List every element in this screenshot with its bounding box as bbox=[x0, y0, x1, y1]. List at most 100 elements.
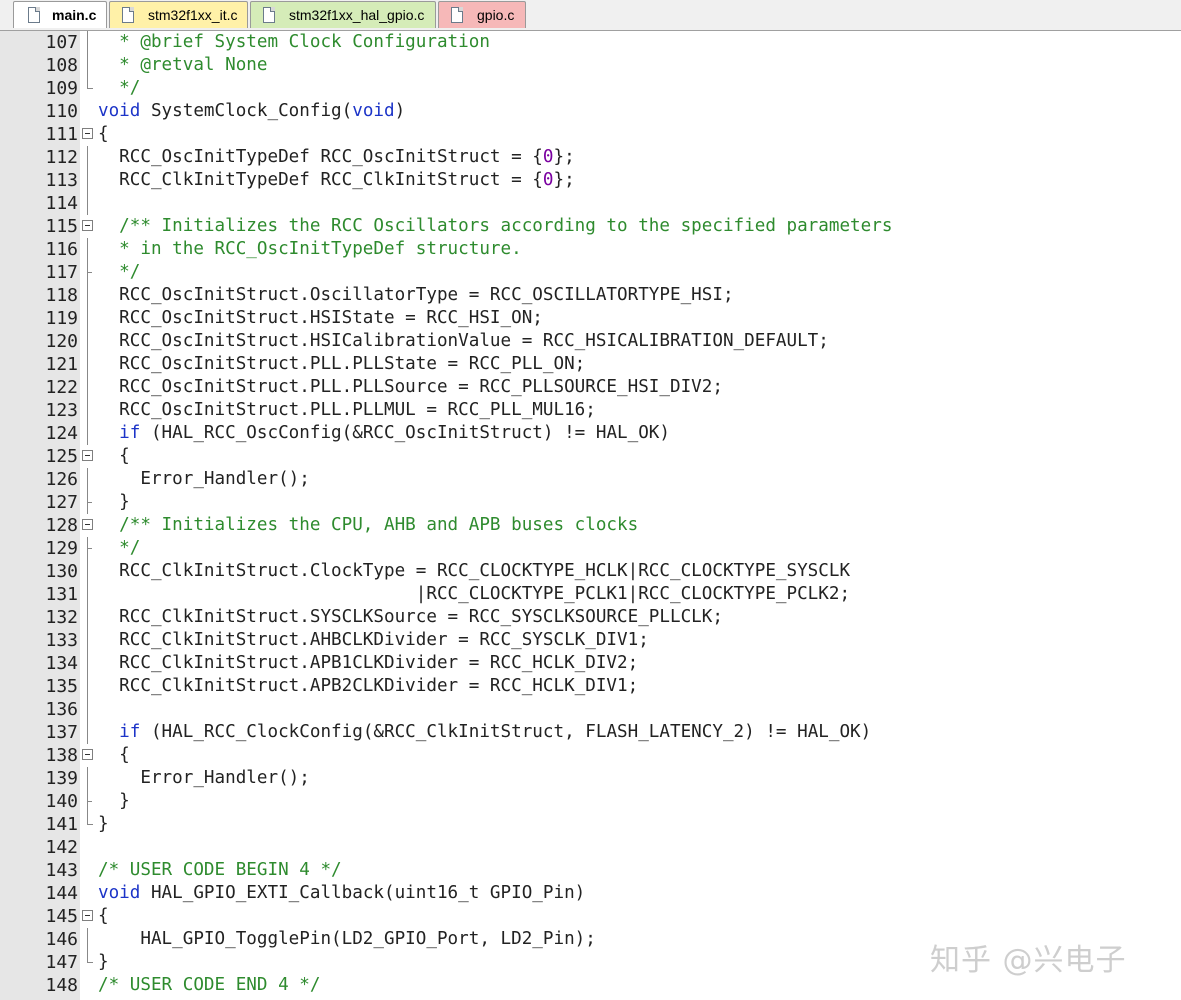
code-text[interactable]: void HAL_GPIO_EXTI_Callback(uint16_t GPI… bbox=[98, 882, 585, 905]
code-line[interactable]: 140 } bbox=[0, 790, 1181, 813]
code-text[interactable]: */ bbox=[98, 261, 140, 284]
code-line[interactable]: 118 RCC_OscInitStruct.OscillatorType = R… bbox=[0, 284, 1181, 307]
code-text[interactable]: */ bbox=[98, 77, 140, 100]
code-line[interactable]: 142 bbox=[0, 836, 1181, 859]
code-line[interactable]: 111 { bbox=[0, 123, 1181, 146]
code-line[interactable]: 109 */ bbox=[0, 77, 1181, 100]
fold-toggle-icon[interactable] bbox=[82, 910, 93, 921]
code-text[interactable]: RCC_OscInitTypeDef RCC_OscInitStruct = {… bbox=[98, 146, 575, 169]
code-text[interactable]: } bbox=[98, 951, 109, 974]
code-text[interactable]: RCC_OscInitStruct.HSIState = RCC_HSI_ON; bbox=[98, 307, 543, 330]
code-token: RCC_OscInitStruct.PLL.PLLState = RCC_PLL… bbox=[98, 354, 586, 374]
tab-label: main.c bbox=[52, 7, 97, 23]
code-text[interactable]: /** Initializes the CPU, AHB and APB bus… bbox=[98, 514, 638, 537]
code-line[interactable]: 129 */ bbox=[0, 537, 1181, 560]
code-text[interactable]: RCC_ClkInitStruct.APB1CLKDivider = RCC_H… bbox=[98, 652, 638, 675]
code-text[interactable]: /** Initializes the RCC Oscillators acco… bbox=[98, 215, 892, 238]
code-line[interactable]: 128 /** Initializes the CPU, AHB and APB… bbox=[0, 514, 1181, 537]
code-text[interactable]: |RCC_CLOCKTYPE_PCLK1|RCC_CLOCKTYPE_PCLK2… bbox=[98, 583, 850, 606]
code-line[interactable]: 135 RCC_ClkInitStruct.APB2CLKDivider = R… bbox=[0, 675, 1181, 698]
code-text[interactable]: } bbox=[98, 491, 130, 514]
code-line[interactable]: 126 Error_Handler(); bbox=[0, 468, 1181, 491]
code-text[interactable]: if (HAL_RCC_OscConfig(&RCC_OscInitStruct… bbox=[98, 422, 670, 445]
line-number: 138 bbox=[45, 745, 78, 766]
code-text[interactable]: } bbox=[98, 813, 109, 836]
code-line[interactable]: 138 { bbox=[0, 744, 1181, 767]
code-text[interactable]: RCC_ClkInitStruct.APB2CLKDivider = RCC_H… bbox=[98, 675, 638, 698]
code-text[interactable]: RCC_ClkInitTypeDef RCC_ClkInitStruct = {… bbox=[98, 169, 575, 192]
code-line[interactable]: 133 RCC_ClkInitStruct.AHBCLKDivider = RC… bbox=[0, 629, 1181, 652]
code-line[interactable]: 107 * @brief System Clock Configuration bbox=[0, 31, 1181, 54]
code-line[interactable]: 131 |RCC_CLOCKTYPE_PCLK1|RCC_CLOCKTYPE_P… bbox=[0, 583, 1181, 606]
code-text[interactable]: void SystemClock_Config(void) bbox=[98, 100, 405, 123]
code-line[interactable]: 114 bbox=[0, 192, 1181, 215]
code-line[interactable]: 120 RCC_OscInitStruct.HSICalibrationValu… bbox=[0, 330, 1181, 353]
code-text[interactable]: /* USER CODE BEGIN 4 */ bbox=[98, 859, 342, 882]
code-token: /* USER CODE BEGIN 4 */ bbox=[98, 860, 342, 880]
code-line[interactable]: 110 void SystemClock_Config(void) bbox=[0, 100, 1181, 123]
code-text[interactable]: */ bbox=[98, 537, 140, 560]
code-text[interactable]: { bbox=[98, 744, 130, 767]
code-text[interactable]: * @retval None bbox=[98, 54, 267, 77]
fold-guide-icon bbox=[82, 652, 93, 675]
file-icon bbox=[28, 7, 40, 23]
code-editor[interactable]: 107 * @brief System Clock Configuration 1… bbox=[0, 31, 1181, 1000]
code-line[interactable]: 136 bbox=[0, 698, 1181, 721]
code-text[interactable]: Error_Handler(); bbox=[98, 767, 310, 790]
code-text[interactable]: { bbox=[98, 905, 109, 928]
code-line[interactable]: 124 if (HAL_RCC_OscConfig(&RCC_OscInitSt… bbox=[0, 422, 1181, 445]
code-text[interactable]: * @brief System Clock Configuration bbox=[98, 31, 490, 54]
code-line[interactable]: 115 /** Initializes the RCC Oscillators … bbox=[0, 215, 1181, 238]
code-line[interactable]: 117 */ bbox=[0, 261, 1181, 284]
code-text[interactable]: { bbox=[98, 445, 130, 468]
code-text[interactable]: RCC_ClkInitStruct.AHBCLKDivider = RCC_SY… bbox=[98, 629, 649, 652]
code-line[interactable]: 145 { bbox=[0, 905, 1181, 928]
code-text[interactable]: * in the RCC_OscInitTypeDef structure. bbox=[98, 238, 522, 261]
fold-toggle-icon[interactable] bbox=[82, 519, 93, 530]
code-line[interactable]: 134 RCC_ClkInitStruct.APB1CLKDivider = R… bbox=[0, 652, 1181, 675]
code-line[interactable]: 108 * @retval None bbox=[0, 54, 1181, 77]
line-number: 134 bbox=[45, 653, 78, 674]
code-text[interactable]: RCC_OscInitStruct.PLL.PLLState = RCC_PLL… bbox=[98, 353, 585, 376]
code-line[interactable]: 137 if (HAL_RCC_ClockConfig(&RCC_ClkInit… bbox=[0, 721, 1181, 744]
fold-toggle-icon[interactable] bbox=[82, 749, 93, 760]
code-line[interactable]: 113 RCC_ClkInitTypeDef RCC_ClkInitStruct… bbox=[0, 169, 1181, 192]
code-line[interactable]: 132 RCC_ClkInitStruct.SYSCLKSource = RCC… bbox=[0, 606, 1181, 629]
code-line[interactable]: 122 RCC_OscInitStruct.PLL.PLLSource = RC… bbox=[0, 376, 1181, 399]
code-text[interactable]: RCC_OscInitStruct.PLL.PLLSource = RCC_PL… bbox=[98, 376, 723, 399]
code-line[interactable]: 119 RCC_OscInitStruct.HSIState = RCC_HSI… bbox=[0, 307, 1181, 330]
code-text[interactable]: RCC_OscInitStruct.OscillatorType = RCC_O… bbox=[98, 284, 733, 307]
code-line[interactable]: 121 RCC_OscInitStruct.PLL.PLLState = RCC… bbox=[0, 353, 1181, 376]
fold-toggle-icon[interactable] bbox=[82, 220, 93, 231]
tab-stm32f1xx-hal-gpio-c[interactable]: stm32f1xx_hal_gpio.c bbox=[250, 1, 436, 28]
fold-guide-icon bbox=[82, 537, 93, 560]
code-text[interactable]: Error_Handler(); bbox=[98, 468, 310, 491]
tab-stm32f1xx-it-c[interactable]: stm32f1xx_it.c bbox=[109, 1, 248, 28]
code-line[interactable]: 130 RCC_ClkInitStruct.ClockType = RCC_CL… bbox=[0, 560, 1181, 583]
code-line[interactable]: 127 } bbox=[0, 491, 1181, 514]
code-line[interactable]: 143 /* USER CODE BEGIN 4 */ bbox=[0, 859, 1181, 882]
code-line[interactable]: 139 Error_Handler(); bbox=[0, 767, 1181, 790]
fold-toggle-icon[interactable] bbox=[82, 450, 93, 461]
code-text[interactable]: if (HAL_RCC_ClockConfig(&RCC_ClkInitStru… bbox=[98, 721, 871, 744]
tab-main-c[interactable]: main.c bbox=[13, 1, 107, 28]
code-text[interactable]: RCC_OscInitStruct.PLL.PLLMUL = RCC_PLL_M… bbox=[98, 399, 596, 422]
code-token: RCC_OscInitStruct.HSICalibrationValue = … bbox=[98, 331, 829, 351]
code-line[interactable]: 144 void HAL_GPIO_EXTI_Callback(uint16_t … bbox=[0, 882, 1181, 905]
code-text[interactable]: { bbox=[98, 123, 109, 146]
code-text[interactable]: } bbox=[98, 790, 130, 813]
code-line[interactable]: 141} bbox=[0, 813, 1181, 836]
code-token: Error_Handler(); bbox=[98, 469, 310, 489]
code-text[interactable]: RCC_ClkInitStruct.SYSCLKSource = RCC_SYS… bbox=[98, 606, 723, 629]
code-line[interactable]: 112 RCC_OscInitTypeDef RCC_OscInitStruct… bbox=[0, 146, 1181, 169]
code-line[interactable]: 125 { bbox=[0, 445, 1181, 468]
tab-gpio-c[interactable]: gpio.c bbox=[438, 1, 526, 28]
code-text[interactable]: RCC_OscInitStruct.HSICalibrationValue = … bbox=[98, 330, 829, 353]
code-line[interactable]: 123 RCC_OscInitStruct.PLL.PLLMUL = RCC_P… bbox=[0, 399, 1181, 422]
code-text[interactable]: RCC_ClkInitStruct.ClockType = RCC_CLOCKT… bbox=[98, 560, 850, 583]
code-text[interactable]: /* USER CODE END 4 */ bbox=[98, 974, 320, 997]
code-line[interactable]: 116 * in the RCC_OscInitTypeDef structur… bbox=[0, 238, 1181, 261]
fold-toggle-icon[interactable] bbox=[82, 128, 93, 139]
code-token: * @retval None bbox=[98, 55, 268, 75]
code-text[interactable]: HAL_GPIO_TogglePin(LD2_GPIO_Port, LD2_Pi… bbox=[98, 928, 595, 951]
